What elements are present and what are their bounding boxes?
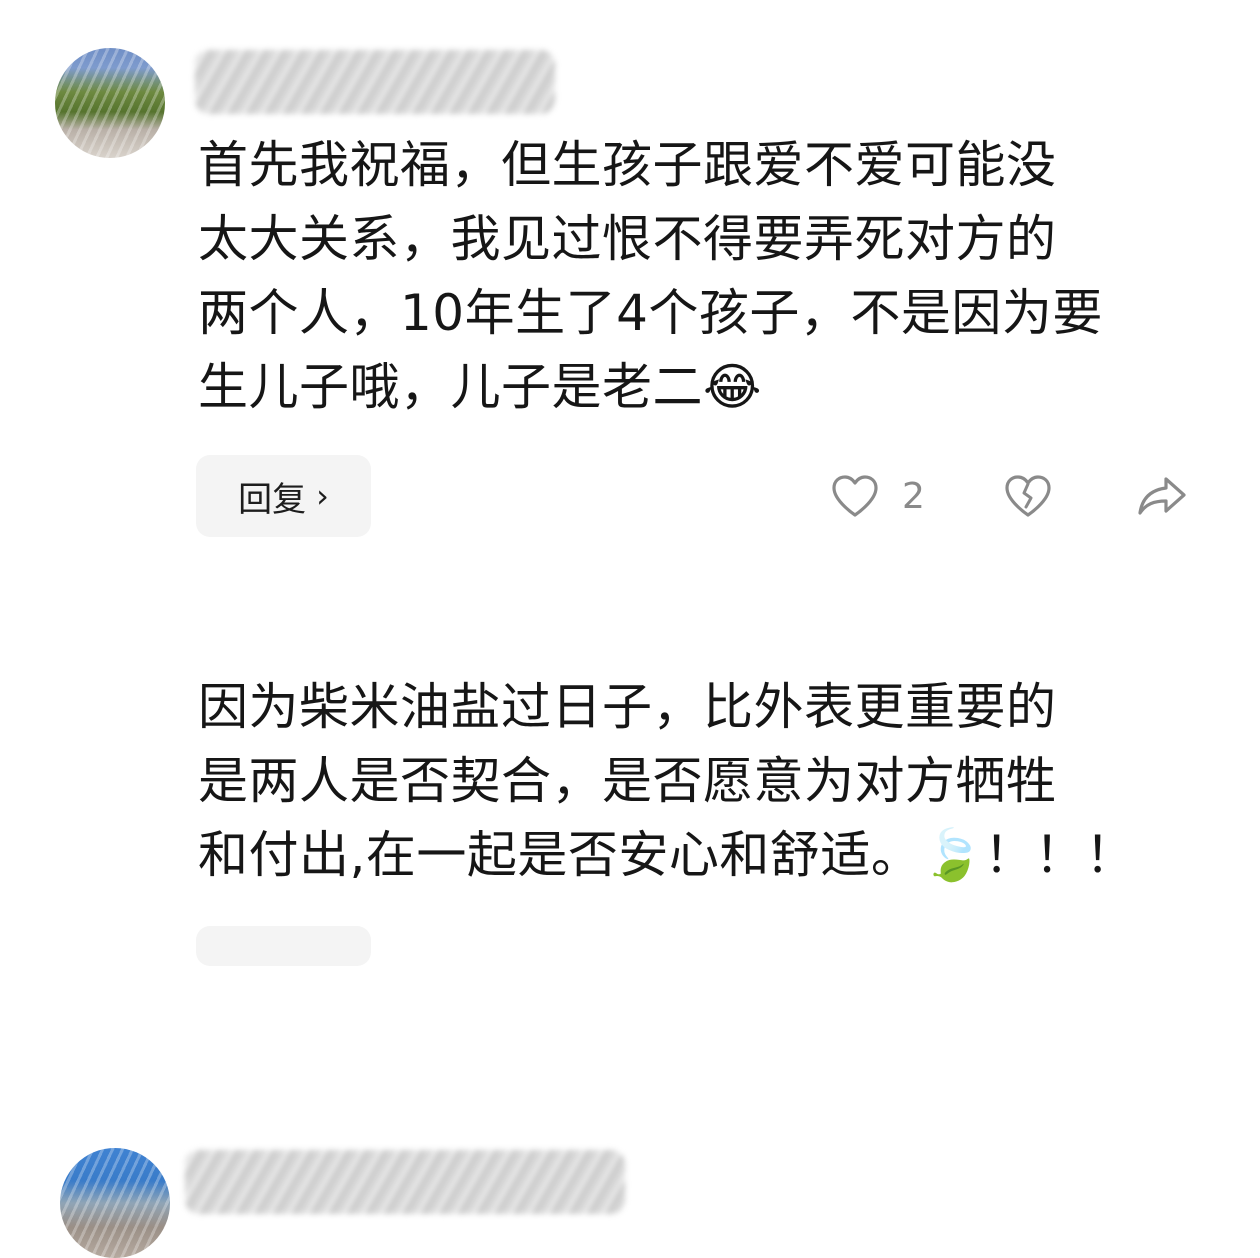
avatar[interactable] (60, 1148, 170, 1258)
reply-button[interactable] (196, 926, 371, 966)
comment-text: 因为柴米油盐过日子，比外表更重要的 是两人是否契合，是否愿意为对方牺牲 和付出,… (198, 678, 1136, 884)
reply-label: 回复 (238, 479, 307, 520)
share-arrow-icon (1136, 473, 1188, 519)
username-redacted (195, 50, 555, 114)
comment-text: 首先我祝福，但生孩子跟爱不爱可能没 太大关系，我见过恨不得要弄死对方的 两个人，… (198, 136, 1103, 416)
username-redacted (185, 1150, 625, 1214)
broken-heart-icon (1003, 473, 1053, 519)
chevron-right-icon: › (316, 477, 329, 515)
comment-card: 首先我祝福，但生孩子跟爱不爱可能没 太大关系，我见过恨不得要弄死对方的 两个人，… (0, 0, 1260, 560)
like-button[interactable]: 2 (830, 470, 925, 522)
like-count: 2 (902, 475, 925, 517)
reply-button[interactable]: 回复 › (196, 455, 371, 537)
avatar[interactable] (55, 48, 165, 158)
heart-outline-icon (830, 473, 880, 519)
share-button[interactable] (1136, 470, 1188, 522)
dislike-button[interactable] (1003, 470, 1053, 522)
